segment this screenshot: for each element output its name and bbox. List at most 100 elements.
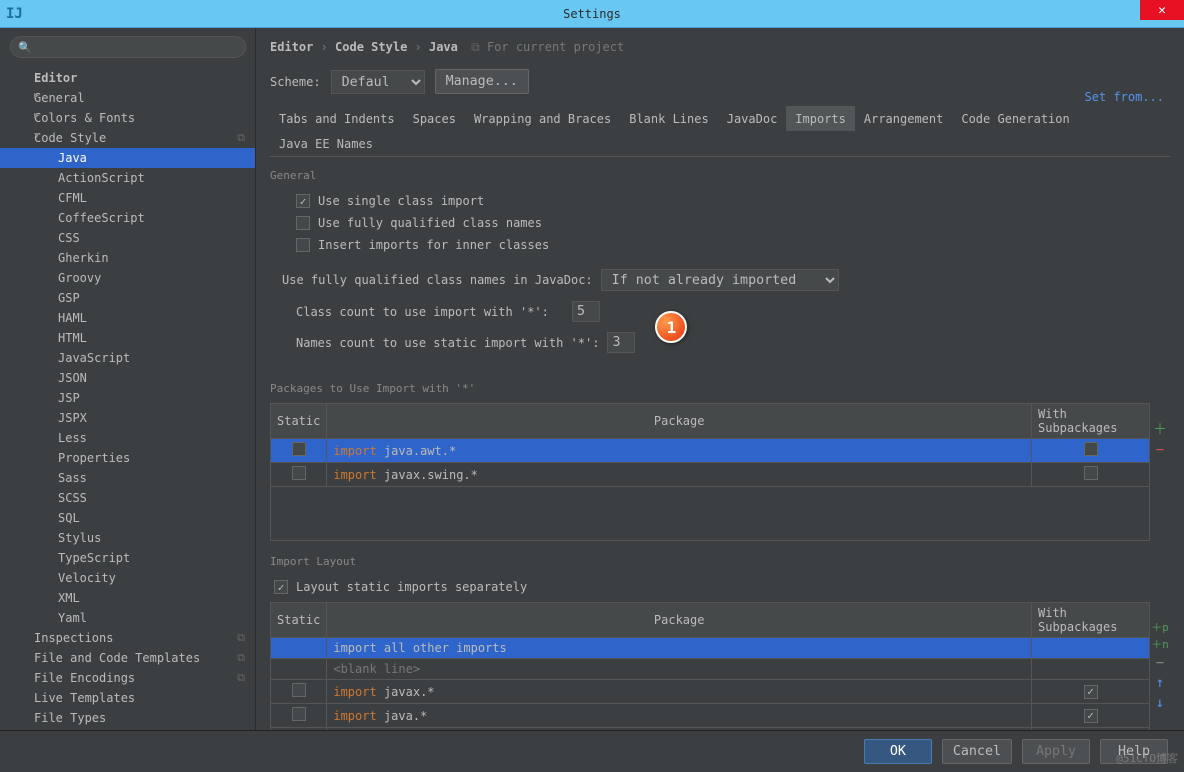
tree-item-properties[interactable]: Properties: [0, 448, 255, 468]
tree-item-java[interactable]: Java: [0, 148, 255, 168]
tab-code-generation[interactable]: Code Generation: [952, 106, 1078, 131]
remove-icon[interactable]: −: [1156, 656, 1164, 670]
table-row[interactable]: import java.awt.*: [271, 439, 1150, 463]
add-blank-icon[interactable]: ＋n: [1151, 639, 1169, 650]
checkbox-static[interactable]: [292, 466, 306, 480]
tree-header-editor[interactable]: Editor: [0, 68, 255, 88]
window-title: Settings: [563, 7, 621, 21]
checkbox-subpackages[interactable]: [1084, 466, 1098, 480]
tree-label: File Encodings: [34, 671, 135, 685]
tree-item-file-code-templates[interactable]: File and Code Templates⧉: [0, 648, 255, 668]
add-package-icon[interactable]: ＋p: [1151, 622, 1169, 633]
table-row[interactable]: import java.*: [271, 704, 1150, 728]
breadcrumb-editor[interactable]: Editor: [270, 40, 313, 54]
tree-item-html[interactable]: HTML: [0, 328, 255, 348]
breadcrumb-code-style[interactable]: Code Style: [335, 40, 407, 54]
ok-button[interactable]: OK: [864, 739, 932, 764]
settings-tree[interactable]: Editor ▶General ▶Colors & Fonts ▼Code St…: [0, 66, 255, 730]
tab-java-ee-names[interactable]: Java EE Names: [270, 131, 382, 156]
search-icon: 🔍: [18, 41, 32, 54]
tree-item-coffeescript[interactable]: CoffeeScript: [0, 208, 255, 228]
table-row[interactable]: import all other imports: [271, 638, 1150, 659]
tab-arrangement[interactable]: Arrangement: [855, 106, 952, 131]
tree-label: Inspections: [34, 631, 113, 645]
tree-item-javascript[interactable]: JavaScript: [0, 348, 255, 368]
close-button[interactable]: ✕: [1140, 0, 1184, 20]
tab-imports[interactable]: Imports: [786, 106, 855, 131]
tree-item-less[interactable]: Less: [0, 428, 255, 448]
scheme-label: Scheme:: [270, 75, 321, 89]
app-logo-icon: IJ: [6, 4, 26, 24]
add-icon[interactable]: ＋: [1153, 423, 1167, 437]
tab-spaces[interactable]: Spaces: [404, 106, 465, 131]
tree-item-groovy[interactable]: Groovy: [0, 268, 255, 288]
checkbox-subpackages[interactable]: [1084, 685, 1098, 699]
tree-item-colors-fonts[interactable]: ▶Colors & Fonts: [0, 108, 255, 128]
search-input[interactable]: [10, 36, 246, 58]
input-class-count[interactable]: [572, 301, 600, 322]
tree-item-jsp[interactable]: JSP: [0, 388, 255, 408]
label-single-class-import: Use single class import: [318, 194, 484, 208]
layout-table[interactable]: Static Package With Subpackages import a…: [270, 602, 1150, 730]
tree-item-stylus[interactable]: Stylus: [0, 528, 255, 548]
table-row[interactable]: import javax.*: [271, 680, 1150, 704]
checkbox-subpackages[interactable]: [1084, 709, 1098, 723]
input-names-count[interactable]: [607, 332, 635, 353]
chevron-down-icon: ▼: [34, 131, 39, 141]
tree-item-scss[interactable]: SCSS: [0, 488, 255, 508]
tree-item-css[interactable]: CSS: [0, 228, 255, 248]
tree-item-gsp[interactable]: GSP: [0, 288, 255, 308]
tree-item-actionscript[interactable]: ActionScript: [0, 168, 255, 188]
remove-icon[interactable]: −: [1156, 443, 1164, 457]
select-fq-javadoc[interactable]: If not already imported: [601, 269, 839, 291]
tree-item-yaml[interactable]: Yaml: [0, 608, 255, 628]
help-button[interactable]: Help: [1100, 739, 1168, 764]
tree-item-json[interactable]: JSON: [0, 368, 255, 388]
checkbox-inner-classes[interactable]: [296, 238, 310, 252]
tree-item-velocity[interactable]: Velocity: [0, 568, 255, 588]
tree-item-typescript[interactable]: TypeScript: [0, 548, 255, 568]
checkbox-single-class-import[interactable]: [296, 194, 310, 208]
set-from-link[interactable]: Set from...: [1085, 90, 1164, 104]
checkbox-subpackages[interactable]: [1084, 442, 1098, 456]
tab-blank-lines[interactable]: Blank Lines: [620, 106, 717, 131]
cancel-button[interactable]: Cancel: [942, 739, 1012, 764]
tab-tabs-and-indents[interactable]: Tabs and Indents: [270, 106, 404, 131]
tree-item-jspx[interactable]: JSPX: [0, 408, 255, 428]
tree-item-general[interactable]: ▶General: [0, 88, 255, 108]
tree-item-sql[interactable]: SQL: [0, 508, 255, 528]
tree-item-sass[interactable]: Sass: [0, 468, 255, 488]
tree-item-inspections[interactable]: Inspections ⧉: [0, 628, 255, 648]
col-subpackages: With Subpackages: [1032, 404, 1150, 439]
checkbox-layout-static-separately[interactable]: [274, 580, 288, 594]
copy-icon: ⧉: [237, 631, 245, 645]
table-row[interactable]: <blank line>: [271, 659, 1150, 680]
breadcrumb-java: Java: [429, 40, 458, 54]
tabs: Tabs and IndentsSpacesWrapping and Brace…: [270, 106, 1170, 157]
table-row[interactable]: <blank line>: [271, 728, 1150, 731]
checkbox-static[interactable]: [292, 707, 306, 721]
checkbox-static[interactable]: [292, 442, 306, 456]
tree-label: File Types: [34, 711, 106, 725]
label-layout-static-separately: Layout static imports separately: [296, 580, 527, 594]
checkbox-fq-class-names[interactable]: [296, 216, 310, 230]
tab-javadoc[interactable]: JavaDoc: [718, 106, 787, 131]
tree-item-xml[interactable]: XML: [0, 588, 255, 608]
manage-button[interactable]: Manage...: [435, 69, 529, 94]
move-down-icon[interactable]: ↓: [1156, 696, 1164, 710]
checkbox-static[interactable]: [292, 683, 306, 697]
apply-button[interactable]: Apply: [1022, 739, 1090, 764]
tree-item-haml[interactable]: HAML: [0, 308, 255, 328]
tree-item-cfml[interactable]: CFML: [0, 188, 255, 208]
tree-item-file-encodings[interactable]: File Encodings⧉: [0, 668, 255, 688]
section-general: General: [270, 169, 1170, 182]
tree-item-live-templates[interactable]: Live Templates: [0, 688, 255, 708]
table-row[interactable]: import javax.swing.*: [271, 463, 1150, 487]
tree-item-gherkin[interactable]: Gherkin: [0, 248, 255, 268]
tree-item-file-types[interactable]: File Types: [0, 708, 255, 728]
move-up-icon[interactable]: ↑: [1156, 676, 1164, 690]
tab-wrapping-and-braces[interactable]: Wrapping and Braces: [465, 106, 620, 131]
packages-table[interactable]: Static Package With Subpackages import j…: [270, 403, 1150, 487]
tree-item-code-style[interactable]: ▼Code Style⧉: [0, 128, 255, 148]
scheme-select[interactable]: Default: [331, 70, 425, 94]
